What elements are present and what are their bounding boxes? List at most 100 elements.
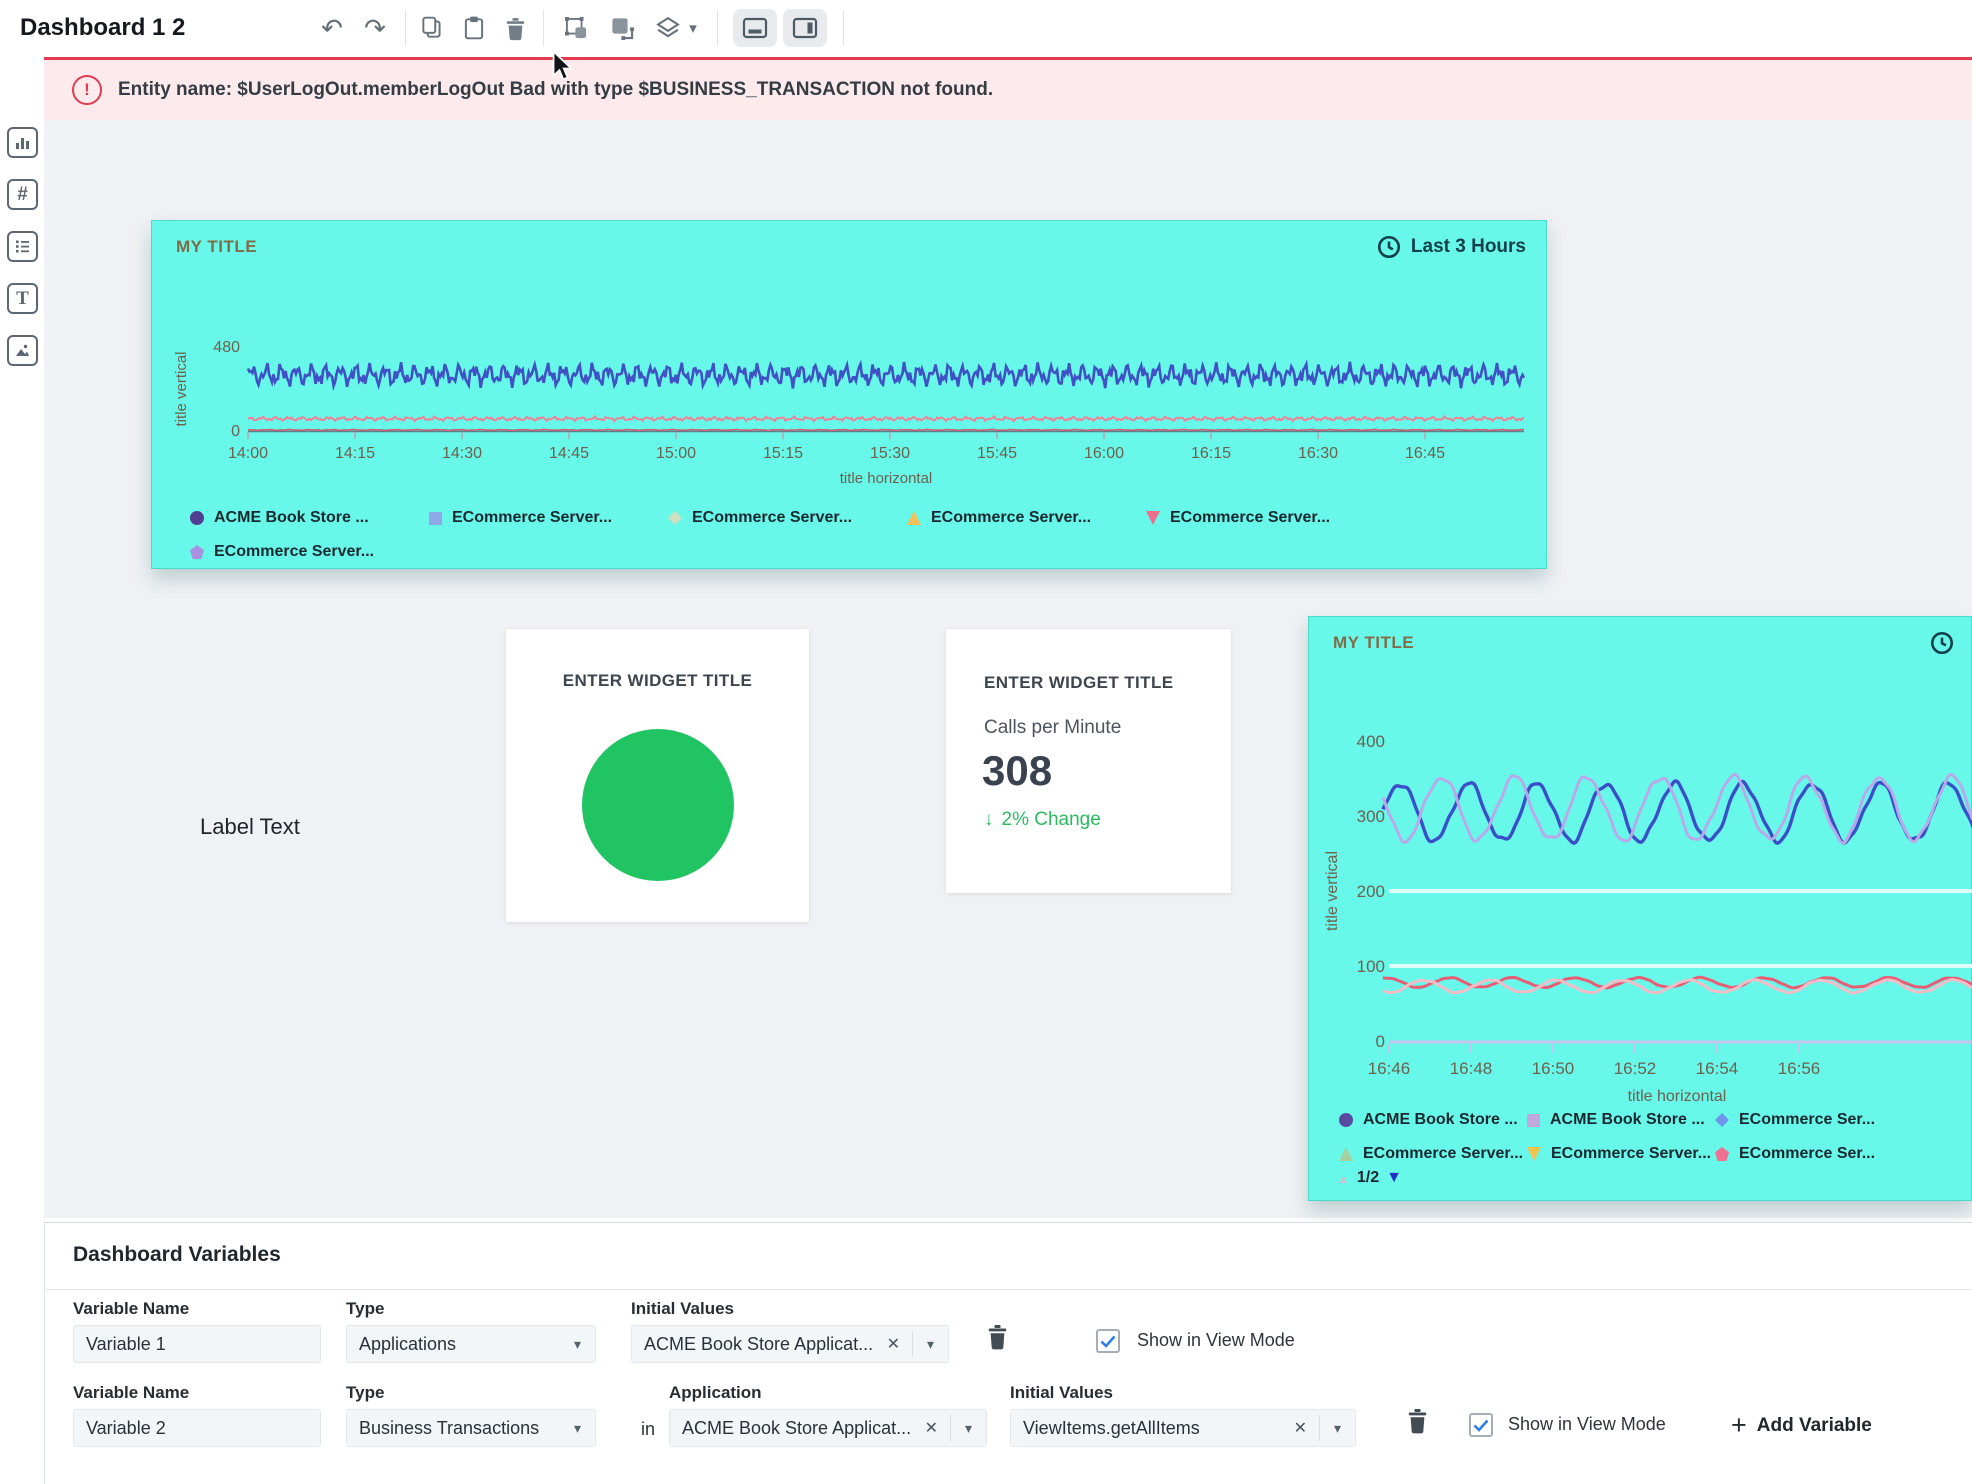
add-variable-button[interactable]: + Add Variable [1725, 1411, 1878, 1440]
legend-item[interactable]: ECommerce Server... [429, 501, 668, 535]
delete-button[interactable] [495, 8, 535, 48]
health-status-circle[interactable] [582, 729, 734, 881]
legend-item[interactable]: ECommerce Server... [907, 501, 1146, 535]
sidebar-item-metric-widget[interactable]: # [7, 179, 38, 210]
time-range[interactable]: Last 3 Hours [1376, 234, 1526, 260]
legend-item[interactable]: ECommerce Server... [190, 535, 429, 569]
type-label: Type [346, 1299, 384, 1319]
text-label-widget[interactable]: Label Text [200, 814, 300, 840]
show-in-view-mode-label: Show in View Mode [1508, 1414, 1666, 1435]
svg-text:200: 200 [1357, 882, 1385, 901]
timeseries-widget-top[interactable]: MY TITLE Last 3 Hours title vertical4800… [151, 220, 1547, 569]
right-panel-icon [792, 17, 818, 39]
caret-down-icon: ▾ [560, 1420, 595, 1437]
remove-value-icon[interactable]: ✕ [913, 1418, 950, 1438]
remove-value-icon[interactable]: ✕ [1282, 1418, 1319, 1438]
chart-legend: ACME Book Store ...ACME Book Store ...EC… [1309, 1103, 1972, 1171]
time-range[interactable] [1929, 630, 1955, 656]
variable-name-label: Variable Name [73, 1299, 189, 1319]
down-arrow-icon: ↓ [984, 809, 994, 831]
show-in-view-mode-checkbox[interactable] [1469, 1413, 1493, 1437]
text-icon: T [16, 288, 29, 310]
sidebar-item-image-widget[interactable] [7, 335, 38, 366]
type-select-value: Business Transactions [347, 1418, 560, 1439]
svg-text:400: 400 [1357, 732, 1385, 751]
legend-label: ECommerce Server... [931, 509, 1091, 527]
toggle-right-panel-button[interactable] [783, 9, 827, 47]
line-chart[interactable]: title vertical400300200100016:4616:4816:… [1309, 667, 1972, 1107]
group-icon [563, 15, 590, 42]
svg-text:title vertical: title vertical [173, 351, 190, 426]
triangle-up-symbol-icon [1339, 1147, 1353, 1161]
sidebar-item-text-widget[interactable]: T [7, 283, 38, 314]
legend-item[interactable]: ECommerce Server... [1527, 1137, 1715, 1171]
initial-values-label: Initial Values [1010, 1383, 1113, 1403]
application-value: ACME Book Store Applicat... [670, 1418, 913, 1439]
page-down-icon[interactable]: ▼ [1386, 1169, 1402, 1187]
health-widget[interactable]: ENTER WIDGET TITLE [506, 629, 809, 922]
variable-name-input[interactable] [73, 1409, 321, 1447]
show-in-view-mode-label: Show in View Mode [1137, 1330, 1295, 1351]
trash-icon [503, 16, 528, 41]
clock-icon [1376, 234, 1402, 260]
initial-values-picker[interactable]: ViewItems.getAllItems ✕ ▾ [1010, 1409, 1356, 1447]
legend-item[interactable]: ACME Book Store ... [190, 501, 429, 535]
panel-title: Dashboard Variables [73, 1243, 281, 1267]
trash-icon [985, 1323, 1010, 1351]
diamond-symbol-icon [1715, 1113, 1729, 1127]
copy-button[interactable] [412, 8, 452, 48]
legend-label: ECommerce Server... [452, 509, 612, 527]
legend-label: ACME Book Store ... [214, 509, 369, 527]
remove-value-icon[interactable]: ✕ [875, 1334, 912, 1354]
widget-title: ENTER WIDGET TITLE [984, 673, 1173, 693]
initial-values-picker[interactable]: ACME Book Store Applicat... ✕ ▾ [631, 1325, 949, 1363]
legend-item[interactable]: ACME Book Store ... [1527, 1103, 1715, 1137]
circle-symbol-icon [1339, 1113, 1353, 1127]
add-variable-label: Add Variable [1757, 1415, 1872, 1437]
page-up-icon[interactable]: ▲ [1337, 1171, 1350, 1186]
metric-label: Calls per Minute [984, 717, 1121, 739]
paste-icon [461, 15, 487, 41]
caret-down-icon: ▾ [689, 19, 697, 37]
caret-down-icon[interactable]: ▾ [913, 1336, 948, 1353]
legend-item[interactable]: ECommerce Server... [1146, 501, 1385, 535]
group-button[interactable] [556, 8, 596, 48]
delete-variable-button[interactable] [985, 1323, 1010, 1351]
svg-text:0: 0 [1376, 1032, 1385, 1051]
legend-item[interactable]: ECommerce Server... [1339, 1137, 1527, 1171]
toolbar-separator [717, 10, 718, 46]
caret-down-icon[interactable]: ▾ [951, 1420, 986, 1437]
legend-item[interactable]: ECommerce Ser... [1715, 1137, 1903, 1171]
application-picker[interactable]: ACME Book Store Applicat... ✕ ▾ [669, 1409, 987, 1447]
legend-pagination: ▲ 1/2 ▼ [1337, 1169, 1402, 1187]
legend-item[interactable]: ACME Book Store ... [1339, 1103, 1527, 1137]
sidebar-item-chart-widget[interactable] [7, 127, 38, 158]
redo-button[interactable]: ↷ [355, 8, 395, 48]
show-in-view-mode-checkbox[interactable] [1096, 1329, 1120, 1353]
circle-symbol-icon [190, 511, 204, 525]
undo-button[interactable]: ↶ [312, 8, 352, 48]
toolbar-separator [405, 10, 406, 46]
legend-item[interactable]: ECommerce Server... [668, 501, 907, 535]
metric-widget[interactable]: ENTER WIDGET TITLE Calls per Minute 308 … [946, 629, 1231, 893]
legend-label: ECommerce Server... [1170, 509, 1330, 527]
svg-text:100: 100 [1357, 957, 1385, 976]
delete-variable-button[interactable] [1405, 1407, 1430, 1435]
paste-button[interactable] [454, 8, 494, 48]
toggle-bottom-panel-button[interactable] [733, 9, 777, 47]
variable-name-input[interactable] [73, 1325, 321, 1363]
legend-item[interactable]: ECommerce Ser... [1715, 1103, 1903, 1137]
sidebar-item-list-widget[interactable] [7, 231, 38, 262]
timeseries-widget-right[interactable]: MY TITLE title vertical400300200100016:4… [1308, 616, 1972, 1201]
divider [45, 1289, 1972, 1290]
layers-menu-caret[interactable]: ▾ [680, 8, 706, 48]
dashboard-canvas: MY TITLE Last 3 Hours title vertical4800… [44, 120, 1972, 1218]
ungroup-button[interactable] [602, 8, 642, 48]
svg-text:title vertical: title vertical [1324, 851, 1341, 931]
caret-down-icon[interactable]: ▾ [1320, 1420, 1355, 1437]
page-indicator: 1/2 [1357, 1169, 1379, 1187]
triangle-down-symbol-icon [1146, 511, 1160, 525]
type-select[interactable]: Business Transactions ▾ [346, 1409, 596, 1447]
line-chart[interactable]: title vertical480014:0014:1514:3014:4515… [152, 271, 1548, 501]
type-select[interactable]: Applications ▾ [346, 1325, 596, 1363]
